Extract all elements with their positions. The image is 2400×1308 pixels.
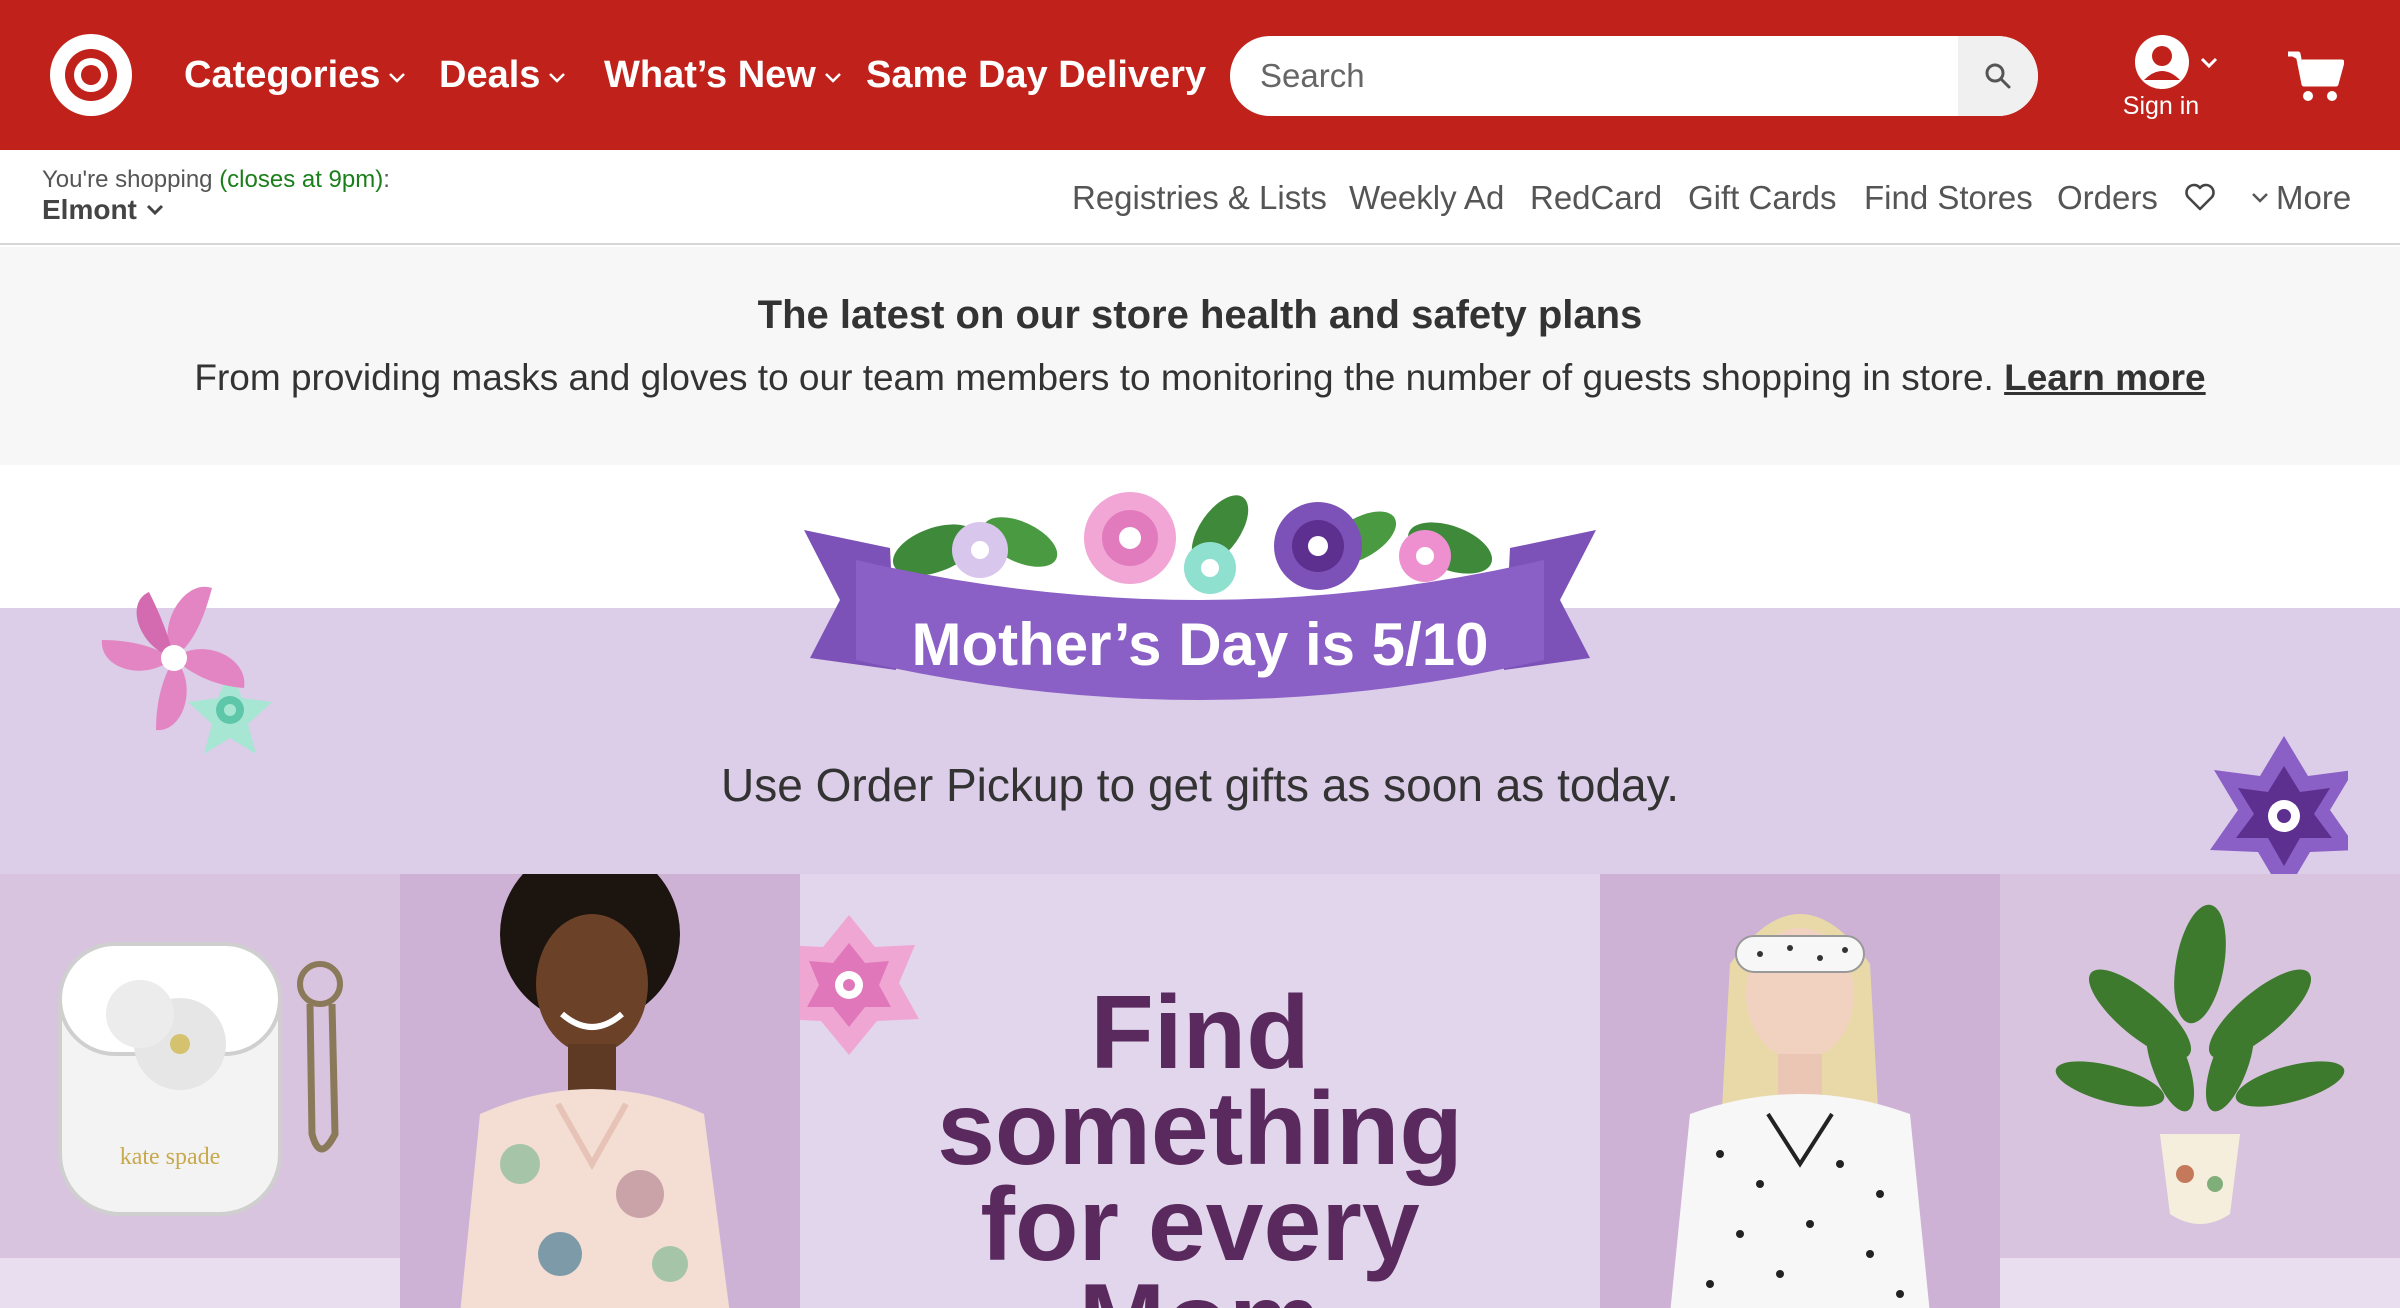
nav-same-day-delivery-label: Same Day Delivery	[866, 54, 1207, 96]
nav-categories-label: Categories	[184, 54, 381, 96]
find-something-headline: Find something for every Mom	[800, 975, 1600, 1308]
nav-categories[interactable]: Categories	[184, 50, 406, 100]
link-registries-lists[interactable]: Registries & Lists	[1072, 178, 1327, 218]
tile-floor	[0, 1258, 400, 1308]
store-selector[interactable]: Elmont	[42, 194, 165, 226]
bullseye-icon	[50, 34, 132, 116]
sign-in-label: Sign in	[2122, 92, 2200, 120]
top-navigation-bar: Categories Deals What’s New Same Day Del…	[0, 0, 2400, 150]
nav-whats-new-label: What’s New	[604, 54, 816, 96]
svg-text:kate spade: kate spade	[120, 1144, 221, 1170]
headline-line-4: Mom	[800, 1269, 1600, 1308]
tile-potted-plant[interactable]	[2000, 874, 2400, 1308]
tile-floral-pajamas[interactable]	[400, 874, 800, 1308]
headline-line-1: Find	[1090, 975, 1310, 1091]
search-button[interactable]	[1958, 36, 2038, 116]
user-avatar-icon	[2135, 35, 2218, 89]
tile-floor	[2000, 1258, 2400, 1308]
headline-line-2: something	[937, 1071, 1463, 1187]
potted-plant-image	[2055, 904, 2345, 1224]
nav-deals[interactable]: Deals	[439, 50, 566, 100]
account-menu[interactable]: Sign in	[2118, 32, 2218, 122]
airpods-case-image: kate spade	[58, 942, 343, 1216]
tile-polka-dot-pajamas[interactable]	[1600, 874, 2000, 1308]
mothers-day-heading: Mother’s Day is 5/10	[911, 611, 1489, 678]
favorites-button[interactable]	[2184, 182, 2216, 212]
search-icon	[1985, 63, 2011, 89]
store-hours: (closes at 9pm)	[219, 166, 384, 193]
safety-text-line: From providing masks and gloves to our t…	[0, 357, 2400, 399]
hero-subtitle: Use Order Pickup to get gifts as soon as…	[721, 759, 1679, 811]
more-label: More	[2276, 179, 2352, 216]
tile-airpods-case[interactable]: kate spade	[0, 874, 400, 1308]
link-gift-cards[interactable]: Gift Cards	[1688, 178, 1837, 218]
nav-deals-label: Deals	[439, 54, 541, 96]
search-input[interactable]	[1230, 36, 1958, 116]
link-find-stores[interactable]: Find Stores	[1864, 178, 2033, 218]
shopping-suffix: :	[383, 166, 390, 193]
link-redcard[interactable]: RedCard	[1530, 178, 1662, 218]
shopping-prefix: You're shopping	[42, 166, 213, 193]
shopping-store-info: You're shopping (closes at 9pm):	[42, 166, 390, 194]
cart-button[interactable]	[2286, 50, 2345, 104]
woman-in-floral-pajamas-image	[460, 874, 730, 1308]
chevron-down-icon	[2252, 193, 2268, 203]
heart-icon	[2185, 183, 2215, 211]
safety-title: The latest on our store health and safet…	[757, 293, 1643, 337]
learn-more-link[interactable]: Learn more	[2004, 357, 2206, 398]
utility-bar: You're shopping (closes at 9pm): Elmont …	[0, 150, 2400, 245]
more-menu[interactable]: More	[2250, 178, 2351, 218]
link-weekly-ad[interactable]: Weekly Ad	[1349, 178, 1504, 218]
search-box	[1230, 36, 2038, 116]
link-orders[interactable]: Orders	[2057, 178, 2158, 218]
safety-text: From providing masks and gloves to our t…	[194, 357, 1994, 398]
chevron-down-icon	[146, 204, 163, 216]
pink-flower-decoration-icon	[101, 586, 272, 754]
nav-same-day-delivery[interactable]: Same Day Delivery	[866, 50, 1206, 100]
shopping-cart-icon	[2288, 51, 2345, 101]
headline-line-3: for every	[980, 1167, 1420, 1283]
nav-whats-new[interactable]: What’s New	[604, 50, 842, 100]
chevron-down-icon	[389, 73, 406, 83]
chevron-down-icon	[549, 73, 566, 83]
store-name: Elmont	[42, 194, 137, 225]
chevron-down-icon	[824, 73, 841, 83]
woman-in-polka-dot-pajamas-image	[1670, 914, 1930, 1308]
target-logo[interactable]	[50, 34, 132, 116]
health-safety-banner: The latest on our store health and safet…	[0, 247, 2400, 465]
